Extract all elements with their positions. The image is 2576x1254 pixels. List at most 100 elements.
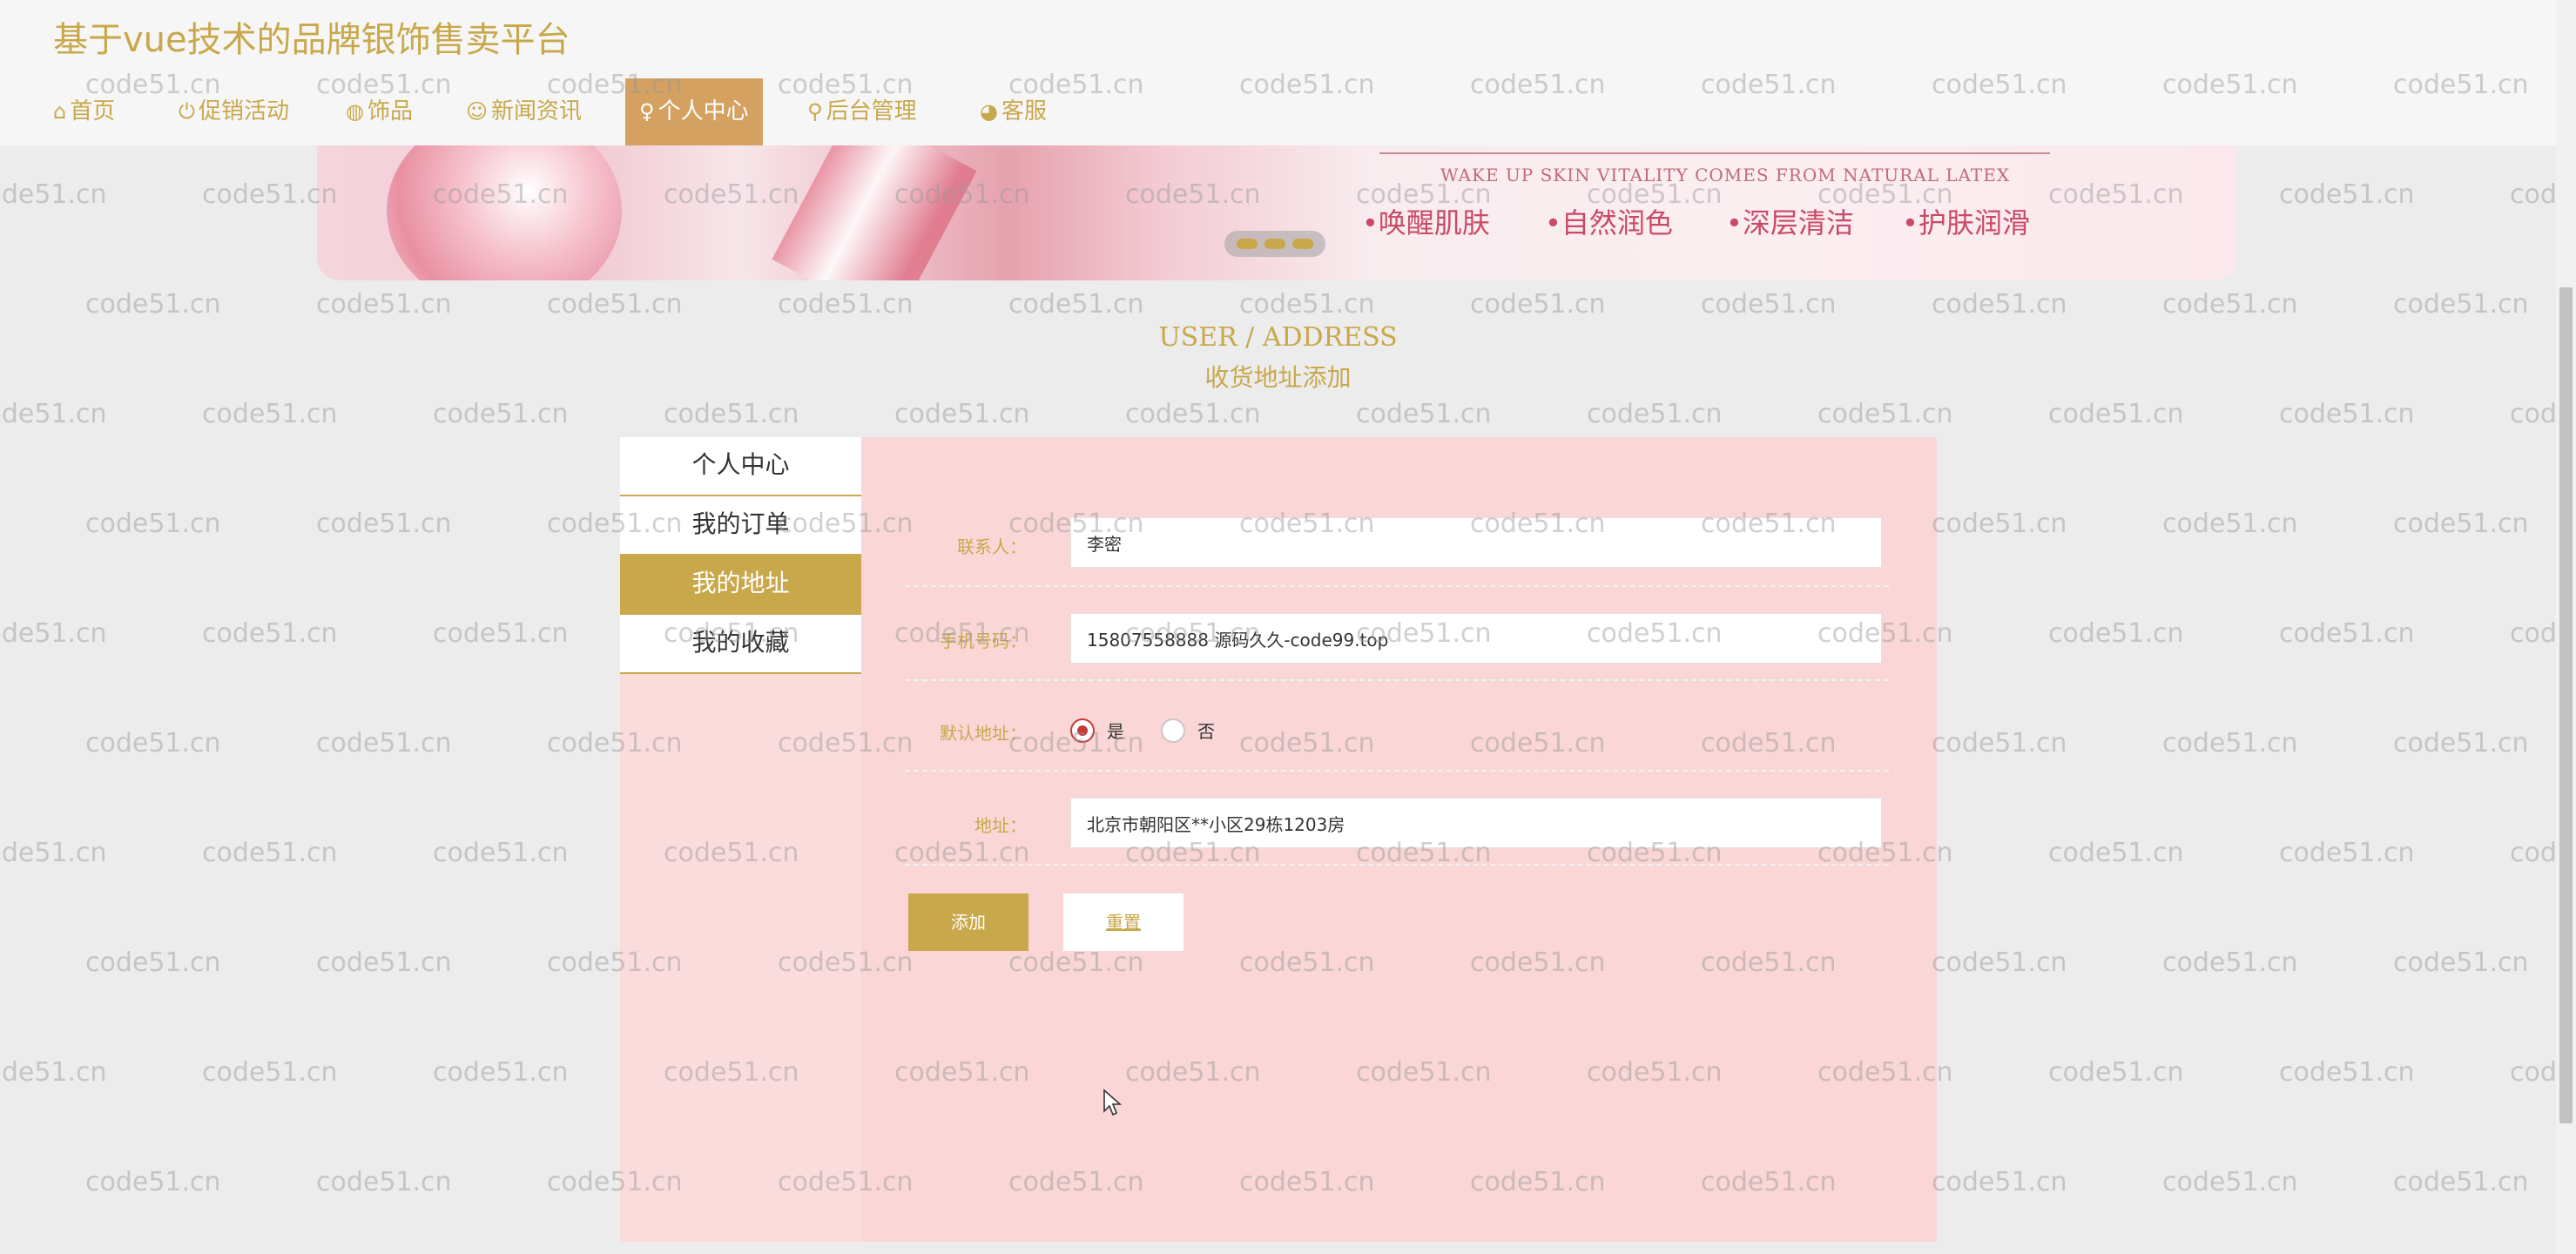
watermark-text: code51.cn (202, 399, 338, 429)
watermark-text: code51.cn (0, 1057, 107, 1088)
watermark-text: code51.cn (2393, 289, 2529, 320)
banner-feature: •深层清洁 (1726, 206, 1854, 239)
watermark-text: code51.cn (2048, 618, 2184, 649)
smile-icon: ☺ (466, 99, 489, 124)
nav-item-personal-center[interactable]: ♀ 个人中心 (625, 78, 763, 145)
watermark-text: code51.cn (316, 1167, 452, 1197)
watermark-text: code51.cn (2393, 728, 2529, 758)
carousel-dot[interactable] (1264, 239, 1285, 249)
watermark-text: code51.cn (1008, 289, 1144, 320)
watermark-text: code51.cn (0, 399, 107, 429)
watermark-text: code51.cn (2048, 399, 2184, 429)
watermark-text: code51.cn (316, 509, 452, 539)
watermark-text: code51.cn (85, 728, 221, 758)
sidebar-item-my-favorites[interactable]: 我的收藏 (620, 615, 861, 674)
page-title: 收货地址添加 (1204, 363, 1352, 392)
sidebar: 个人中心 我的订单 我的地址 我的收藏 (620, 437, 861, 1242)
watermark-text: code51.cn (0, 618, 107, 649)
sidebar-item-personal-center[interactable]: 个人中心 (620, 437, 861, 496)
watermark-text: code51.cn (316, 947, 452, 978)
watermark-text: code51.cn (2393, 509, 2529, 539)
sidebar-item-my-address[interactable]: 我的地址 (620, 556, 861, 615)
watermark-text: code51.cn (85, 1167, 221, 1197)
watermark-text: code51.cn (316, 289, 452, 320)
watermark-text: code51.cn (1356, 399, 1492, 429)
radio-unchecked-icon (1161, 718, 1185, 743)
header: 基于vue技术的品牌银饰售卖平台 ⌂ 首页 ⏻ 促销活动 ◍ 饰品 ☺ 新闻资讯 ♀ 个人… (0, 0, 2556, 145)
carousel-indicators (1224, 231, 1325, 257)
watermark-text: code51.cn (2393, 947, 2529, 978)
nav-item-customer-service[interactable]: ◕ 客服 (980, 78, 1047, 145)
watermark-text: code51.cn (433, 838, 569, 868)
watermark-text: code51.cn (2048, 1057, 2184, 1088)
nav-item-news[interactable]: ☺ 新闻资讯 (466, 78, 582, 145)
watermark-text: code51.cn (2162, 947, 2298, 978)
address-label: 地址： (974, 815, 1027, 836)
scrollbar-thumb[interactable] (2559, 287, 2573, 1123)
watermark-text: code51.cn (664, 399, 799, 429)
phone-row: 手机号码： (905, 613, 1889, 681)
watermark-text: code51.cn (202, 618, 338, 649)
chat-icon: ◕ (980, 99, 998, 124)
address-row: 地址： (905, 798, 1889, 866)
watermark-text: code51.cn (1701, 289, 1837, 320)
reset-button[interactable]: 重置 (1063, 893, 1183, 951)
watermark-text: code51.cn (202, 838, 338, 868)
default-address-row: 默认地址： 是 否 (905, 714, 1889, 772)
watermark-text: code51.cn (894, 399, 1030, 429)
watermark-text: code51.cn (1239, 289, 1375, 320)
address-form: 联系人： 手机号码： 默认地址： 是 否 地址： 添加 重置 (861, 437, 1937, 1242)
radio-checked-icon (1070, 718, 1095, 743)
watermark-text: code51.cn (85, 947, 221, 978)
banner-feature: •唤醒肌肤 (1362, 206, 1490, 239)
watermark-text: code51.cn (0, 838, 107, 868)
site-title: 基于vue技术的品牌银饰售卖平台 (53, 20, 570, 60)
sidebar-item-my-orders[interactable]: 我的订单 (620, 496, 861, 556)
watermark-text: code51.cn (433, 399, 569, 429)
address-input[interactable] (1070, 798, 1882, 848)
banner-product-image (387, 145, 622, 280)
watermark-text: code51.cn (316, 728, 452, 758)
watermark-text: code51.cn (2279, 618, 2415, 649)
carousel-dot[interactable] (1292, 239, 1313, 249)
phone-label: 手机号码： (940, 630, 1027, 651)
globe-icon: ◍ (346, 99, 364, 124)
home-icon: ⌂ (53, 99, 67, 124)
watermark-text: code51.cn (778, 289, 914, 320)
watermark-text: code51.cn (547, 289, 683, 320)
banner-feature: •护肤润滑 (1902, 206, 2030, 239)
nav-item-jewelry[interactable]: ◍ 饰品 (346, 78, 413, 145)
watermark-text: code51.cn (2279, 1057, 2415, 1088)
user-icon: ♀ (639, 99, 655, 124)
watermark-text: code51.cn (1932, 289, 2067, 320)
watermark-text: code51.cn (433, 618, 569, 649)
watermark-text: code51.cn (2162, 289, 2298, 320)
main-nav: ⌂ 首页 ⏻ 促销活动 ◍ 饰品 ☺ 新闻资讯 ♀ 个人中心 ⚲ 后台管理 ◕ 客服 (0, 78, 2556, 145)
add-button[interactable]: 添加 (908, 893, 1028, 951)
watermark-text: code51.cn (2279, 838, 2415, 868)
radio-default-no[interactable]: 否 (1161, 718, 1215, 743)
watermark-text: code51.cn (1470, 289, 1606, 320)
watermark-text: code51.cn (85, 289, 221, 320)
banner-product-tube (772, 145, 977, 280)
default-address-label: 默认地址： (940, 723, 1027, 744)
watermark-text: code51.cn (2393, 1167, 2529, 1197)
watermark-text: code51.cn (2048, 838, 2184, 868)
power-icon: ⏻ (179, 99, 195, 124)
nav-item-home[interactable]: ⌂ 首页 (53, 78, 115, 145)
watermark-text: code51.cn (1932, 1167, 2067, 1197)
banner-carousel[interactable]: WAKE UP SKIN VITALITY COMES FROM NATURAL… (317, 145, 2238, 280)
watermark-text: code51.cn (202, 1057, 338, 1088)
watermark-text: code51.cn (1125, 399, 1261, 429)
carousel-dot[interactable] (1237, 239, 1258, 249)
nav-item-promotions[interactable]: ⏻ 促销活动 (179, 78, 289, 145)
radio-default-yes[interactable]: 是 (1070, 718, 1124, 743)
scrollbar[interactable] (2556, 0, 2576, 1254)
watermark-text: code51.cn (85, 509, 221, 539)
phone-input[interactable] (1070, 613, 1882, 664)
contact-input[interactable] (1070, 517, 1882, 568)
watermark-text: code51.cn (2279, 179, 2415, 210)
banner-feature: •自然润色 (1545, 206, 1673, 239)
nav-item-admin[interactable]: ⚲ 后台管理 (807, 78, 917, 145)
link-icon: ⚲ (807, 99, 823, 124)
